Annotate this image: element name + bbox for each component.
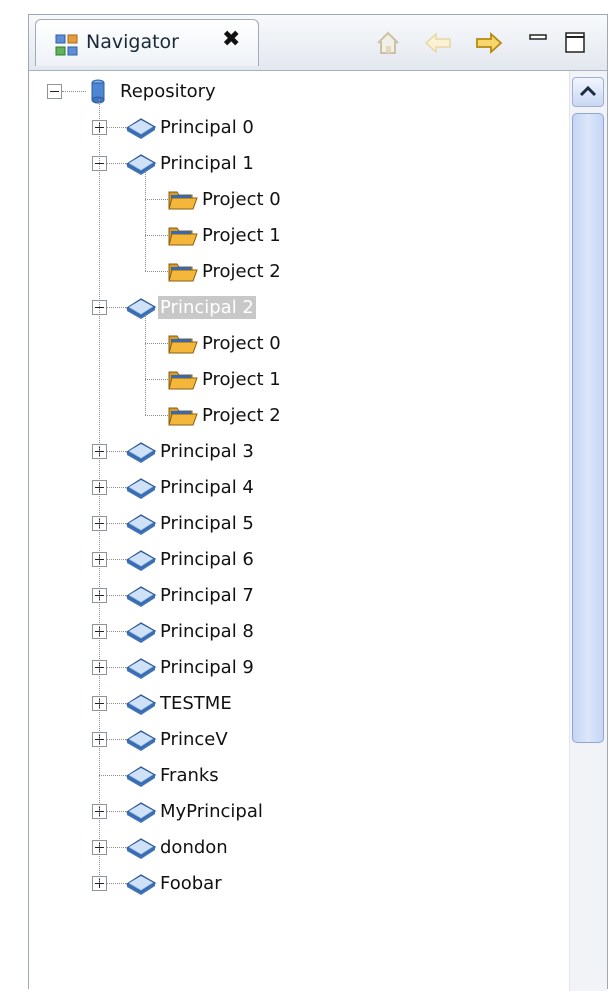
tree-node-principal[interactable]: Principal 8 — [124, 613, 256, 649]
tree-node-principal[interactable]: Franks — [124, 757, 221, 793]
tree-node-label: Principal 8 — [160, 620, 254, 642]
tree-node-project[interactable]: Project 0 — [166, 181, 283, 217]
minimize-icon[interactable] — [524, 28, 554, 58]
tree-connector — [62, 91, 86, 92]
principal-icon — [124, 654, 158, 680]
principal-icon — [124, 690, 158, 716]
principal-icon — [124, 150, 158, 176]
principal-icon — [124, 546, 158, 572]
principal-icon — [124, 798, 158, 824]
tree-node-principal[interactable]: dondon — [124, 829, 230, 865]
folder-icon — [166, 366, 200, 392]
tree-node-label: Project 0 — [202, 188, 281, 210]
tree-node-principal[interactable]: Principal 4 — [124, 469, 256, 505]
tree-connector — [99, 99, 100, 883]
view-tab-bar: Navigator ✖ — [29, 15, 607, 71]
tree-connector — [145, 315, 146, 415]
tree-node-project[interactable]: Project 2 — [166, 253, 283, 289]
tree-root-repository[interactable]: Repository — [84, 73, 218, 109]
tree-node-principal[interactable]: Foobar — [124, 865, 224, 901]
tree-node-principal[interactable]: MyPrincipal — [124, 793, 265, 829]
tree-node-principal[interactable]: Principal 0 — [124, 109, 256, 145]
tree-node-label: dondon — [160, 836, 228, 858]
principal-icon — [124, 438, 158, 464]
tree-node-label: Project 1 — [202, 368, 281, 390]
navigator-icon — [54, 32, 80, 58]
chevron-up-icon — [579, 85, 597, 97]
folder-icon — [166, 186, 200, 212]
forward-arrow-icon[interactable] — [474, 28, 504, 58]
tree-node-project[interactable]: Project 1 — [166, 361, 283, 397]
tree-node-label: TESTME — [160, 692, 232, 714]
folder-icon — [166, 222, 200, 248]
tree-node-principal[interactable]: Principal 2 — [124, 289, 256, 325]
database-icon — [84, 78, 118, 104]
tree-node-label: Repository — [120, 80, 216, 102]
tree-node-project[interactable]: Project 0 — [166, 325, 283, 361]
tree-node-label: Principal 0 — [160, 116, 254, 138]
tree-node-label: Principal 2 — [158, 295, 256, 319]
tree-node-label: Principal 4 — [160, 476, 254, 498]
tree-node-principal[interactable]: Principal 9 — [124, 649, 256, 685]
tree-node-label: Principal 1 — [160, 152, 254, 174]
close-icon[interactable]: ✖ — [222, 29, 240, 51]
repository-tree: Repository Principal 0 Principal 1 Project … — [29, 71, 569, 991]
tree-node-label: Project 2 — [202, 260, 281, 282]
tree-connector — [145, 171, 146, 271]
tree-node-principal[interactable]: Principal 1 — [124, 145, 256, 181]
principal-icon — [124, 582, 158, 608]
vertical-scrollbar[interactable] — [569, 71, 607, 991]
tab-title: Navigator — [86, 31, 179, 53]
principal-icon — [124, 294, 158, 320]
folder-icon — [166, 330, 200, 356]
tab-navigator[interactable]: Navigator ✖ — [35, 19, 259, 66]
tree-node-label: Franks — [160, 764, 219, 786]
principal-icon — [124, 618, 158, 644]
principal-icon — [124, 114, 158, 140]
tree-node-label: MyPrincipal — [160, 800, 263, 822]
folder-icon — [166, 258, 200, 284]
tree-node-label: Principal 3 — [160, 440, 254, 462]
tree-node-principal[interactable]: PrinceV — [124, 721, 230, 757]
maximize-icon[interactable] — [561, 28, 591, 58]
tree-node-label: Project 2 — [202, 404, 281, 426]
tree-node-label: PrinceV — [160, 728, 228, 750]
folder-icon — [166, 402, 200, 428]
tree-node-label: Foobar — [160, 872, 222, 894]
tree-node-principal[interactable]: Principal 3 — [124, 433, 256, 469]
principal-icon — [124, 474, 158, 500]
principal-icon — [124, 870, 158, 896]
tree-node-label: Principal 9 — [160, 656, 254, 678]
home-icon[interactable] — [373, 28, 403, 58]
back-arrow-icon[interactable] — [423, 28, 453, 58]
tree-node-label: Project 0 — [202, 332, 281, 354]
tree-node-label: Principal 7 — [160, 584, 254, 606]
tree-node-principal[interactable]: Principal 7 — [124, 577, 256, 613]
collapse-toggle[interactable] — [47, 84, 62, 99]
tree-node-principal[interactable]: Principal 5 — [124, 505, 256, 541]
principal-icon — [124, 834, 158, 860]
tree-node-project[interactable]: Project 1 — [166, 217, 283, 253]
tree-node-principal[interactable]: TESTME — [124, 685, 234, 721]
scroll-up-button[interactable] — [572, 77, 604, 107]
tree-node-principal[interactable]: Principal 6 — [124, 541, 256, 577]
tree-node-label: Principal 6 — [160, 548, 254, 570]
tree-node-label: Project 1 — [202, 224, 281, 246]
tree-connector — [99, 775, 126, 776]
navigator-view: Navigator ✖ Repository Principal 0 Princ… — [28, 14, 608, 991]
tree-node-label: Principal 5 — [160, 512, 254, 534]
principal-icon — [124, 726, 158, 752]
principal-icon — [124, 510, 158, 536]
scroll-thumb[interactable] — [572, 113, 604, 743]
principal-icon — [124, 762, 158, 788]
tree-node-project[interactable]: Project 2 — [166, 397, 283, 433]
